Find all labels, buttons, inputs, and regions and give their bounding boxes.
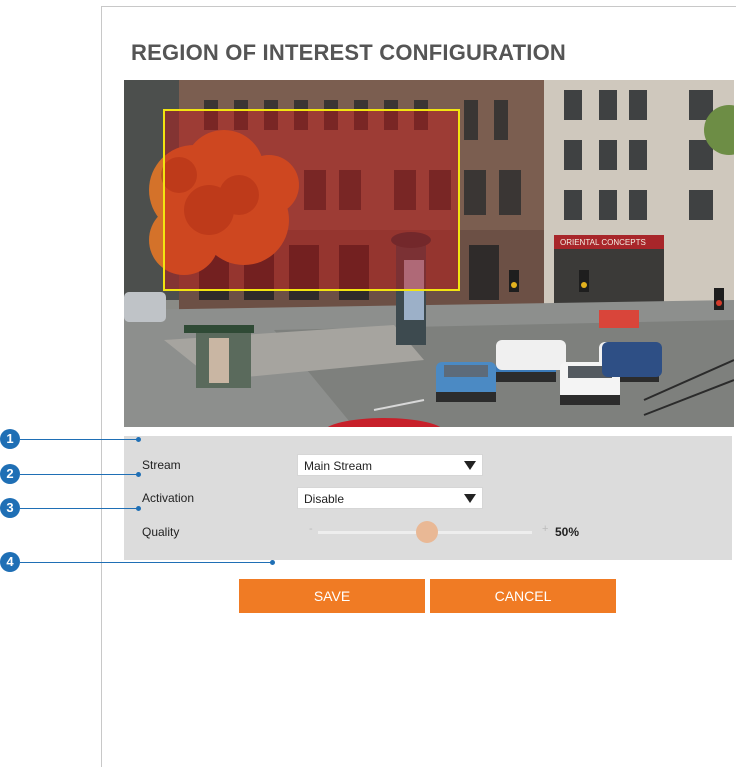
cancel-button[interactable]: CANCEL [430,579,616,613]
roi-region-box[interactable] [163,109,460,291]
quality-min-symbol: - [309,523,313,535]
callout-1-line [20,439,138,440]
callout-1-end [136,437,141,442]
quality-max-symbol: + [542,523,549,535]
callout-1: 1 [0,429,20,449]
callout-2-end [136,472,141,477]
chevron-down-icon [464,494,476,503]
stream-label: Stream [142,458,181,472]
stream-select-value: Main Stream [304,459,373,473]
callout-2: 2 [0,464,20,484]
callout-4: 4 [0,552,20,572]
callout-2-line [20,474,138,475]
stream-select[interactable]: Main Stream [297,454,483,476]
callout-4-end [270,560,275,565]
callout-3-line [20,508,138,509]
activation-select-value: Disable [304,492,345,506]
activation-label: Activation [142,491,195,505]
callout-3-end [136,506,141,511]
shop-sign-text: ORIENTAL CONCEPTS [560,238,646,247]
callout-4-line [20,562,272,563]
quality-slider-handle[interactable] [416,521,438,543]
activation-select[interactable]: Disable [297,487,483,509]
page-title: REGION OF INTEREST CONFIGURATION [131,40,566,65]
save-button[interactable]: SAVE [239,579,425,613]
callout-3: 3 [0,498,20,518]
chevron-down-icon [464,461,476,470]
quality-value: 50% [555,525,580,539]
quality-label: Quality [142,525,180,539]
